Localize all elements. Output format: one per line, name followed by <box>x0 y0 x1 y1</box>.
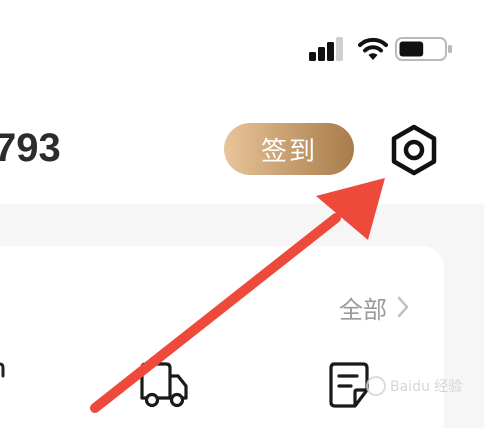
watermark: Baidu 经验 <box>366 376 462 396</box>
watermark-text: Baidu 经验 <box>390 379 463 395</box>
checkin-button[interactable]: 签到 <box>224 123 354 175</box>
my-orders-card <box>0 246 444 446</box>
see-all-label: 全部 <box>339 295 387 324</box>
see-all-orders-link[interactable]: 全部 <box>339 290 409 324</box>
chevron-right-icon <box>397 296 409 318</box>
signal-bars-icon <box>309 37 343 61</box>
battery-icon <box>395 37 452 61</box>
user-id-number: 793 <box>0 126 61 170</box>
gear-icon[interactable] <box>388 124 440 176</box>
status-bar <box>0 0 484 100</box>
truck-icon[interactable] <box>136 360 190 412</box>
pending-payment-icon[interactable] <box>0 362 6 382</box>
wifi-icon <box>358 37 388 60</box>
paw-logo-icon <box>366 376 386 396</box>
